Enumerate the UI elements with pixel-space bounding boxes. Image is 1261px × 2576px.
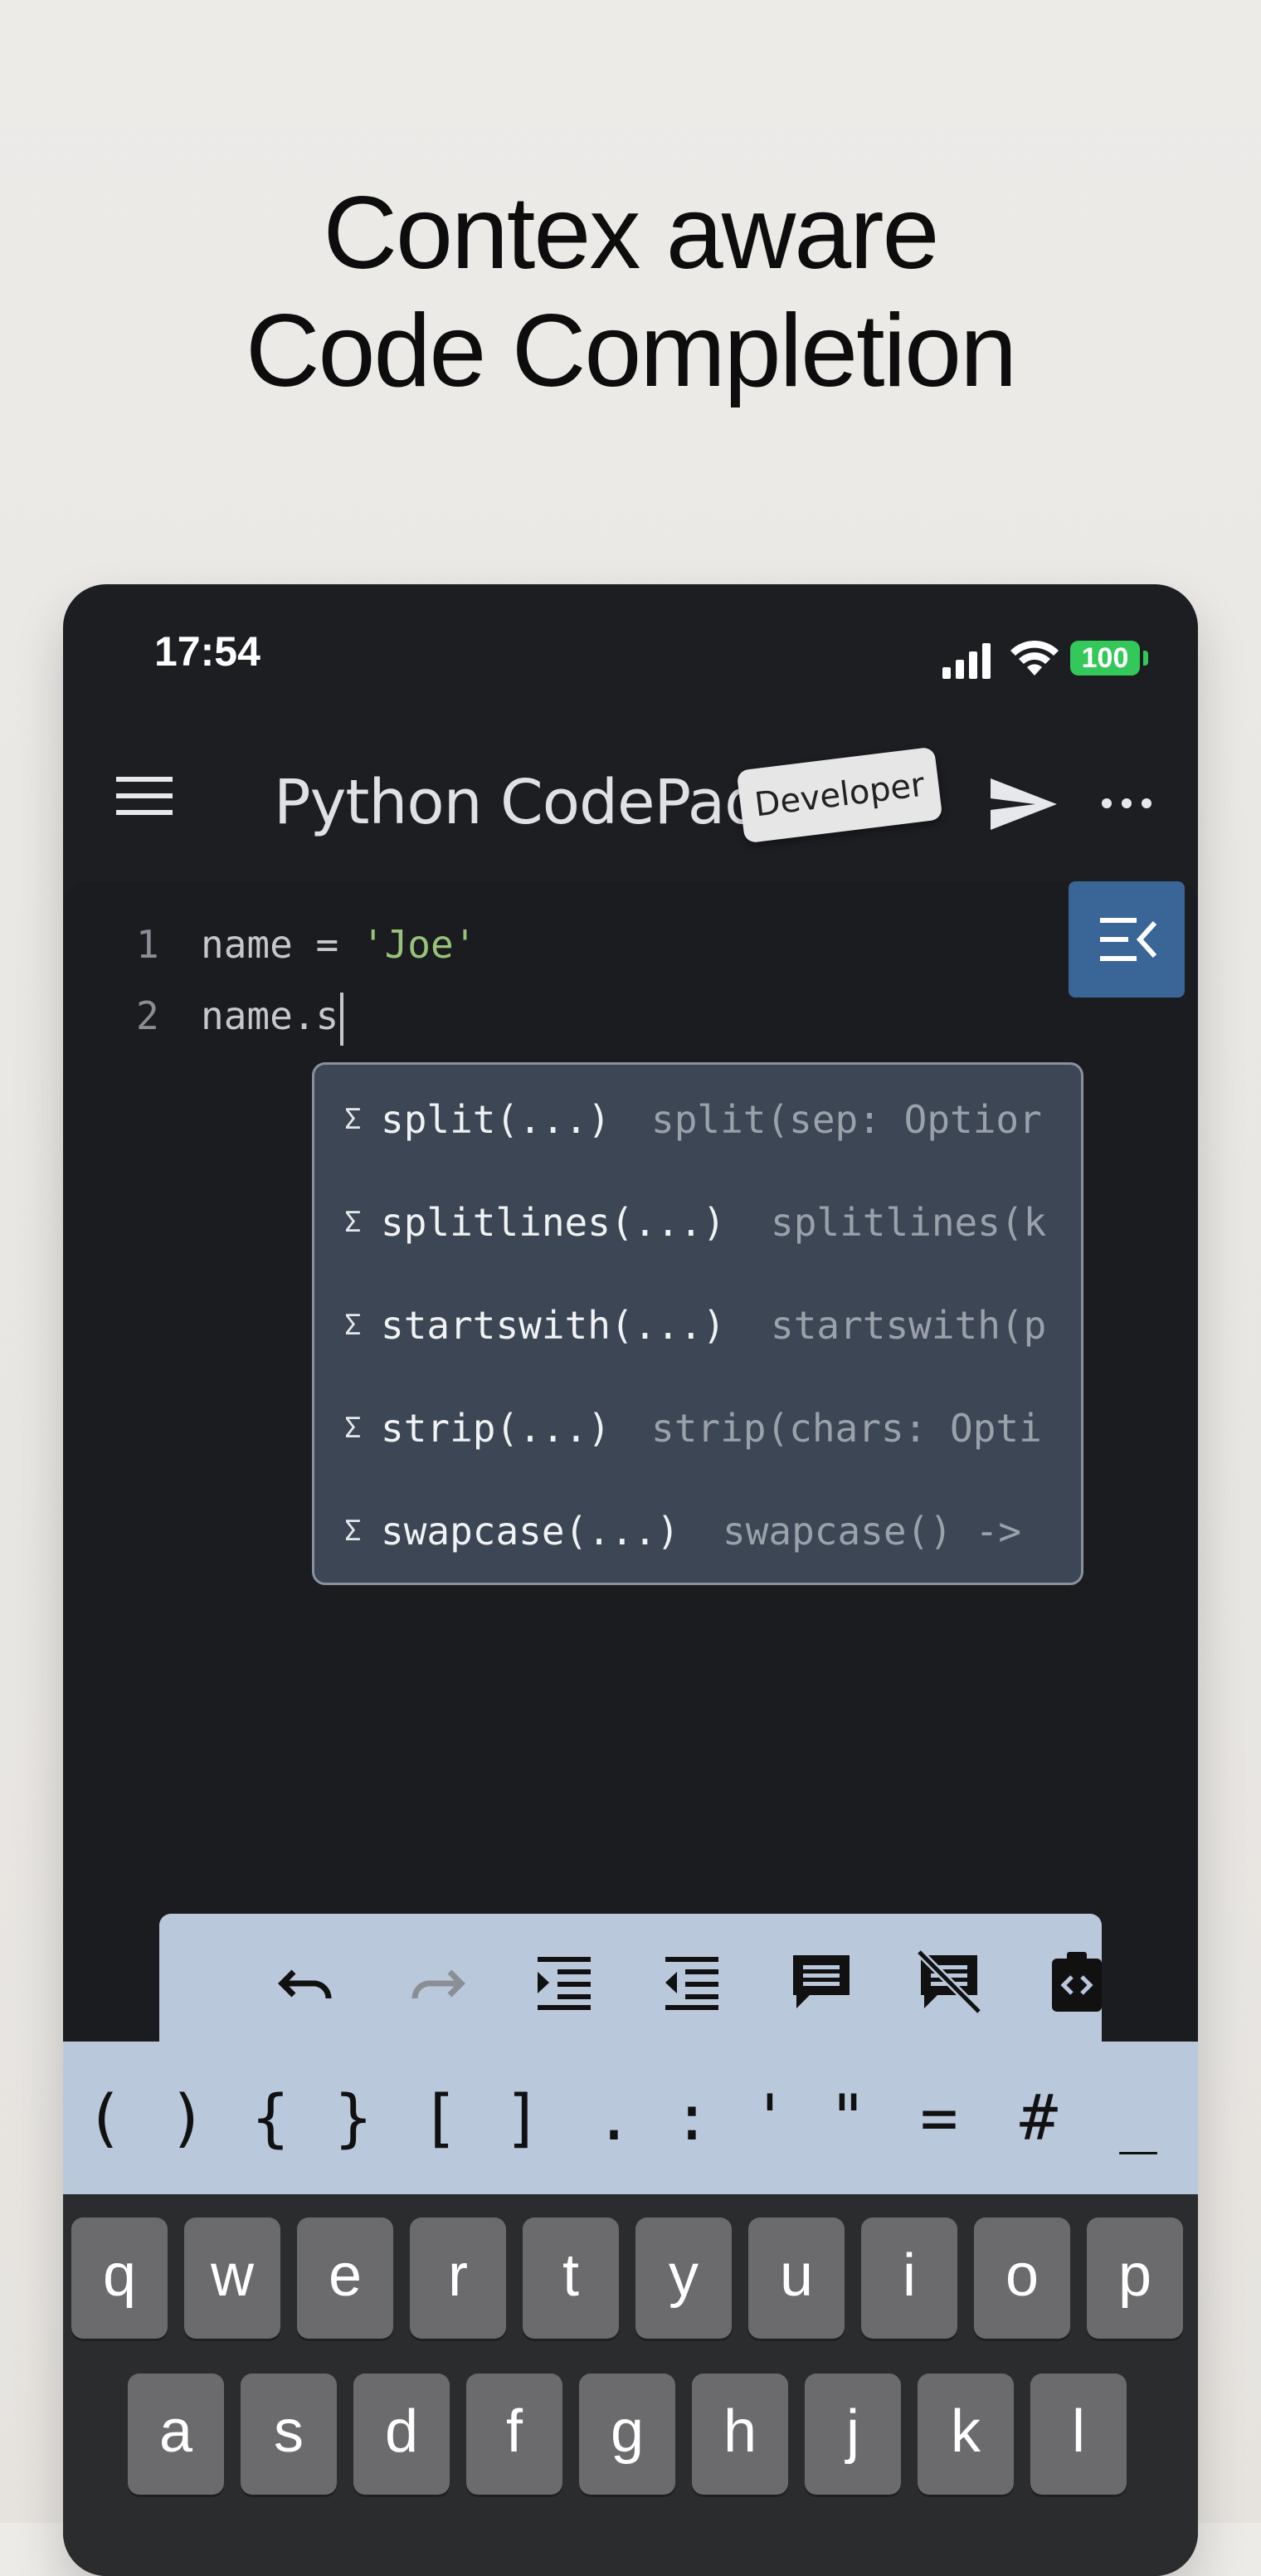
indent-icon[interactable]	[531, 1949, 597, 2015]
developer-badge: Developer	[736, 746, 943, 844]
autocomplete-popup: Σ split(...) split(sep: Optior Σ splitli…	[312, 1062, 1083, 1585]
undo-icon[interactable]	[274, 1949, 340, 2015]
status-time: 17:54	[154, 628, 260, 675]
key-e[interactable]: e	[297, 2217, 393, 2339]
suggestion-item[interactable]: Σ strip(...) strip(chars: Opti	[314, 1377, 1081, 1480]
suggestion-item[interactable]: Σ swapcase(...) swapcase() ->	[314, 1480, 1081, 1583]
key-t[interactable]: t	[523, 2217, 619, 2339]
suggestion-detail: strip(chars: Opti	[651, 1406, 1042, 1451]
key-r[interactable]: r	[410, 2217, 506, 2339]
suggestion-row: Σ strip(...) strip(chars: Opti	[314, 1377, 1053, 1480]
suggestion-name: swapcase(...)	[381, 1509, 680, 1554]
symbol-key[interactable]: "	[815, 2042, 881, 2194]
suggestion-name: startswith(...)	[381, 1303, 726, 1348]
function-kind-icon: Σ	[344, 1206, 362, 1239]
suggestion-row: Σ startswith(...) startswith(p	[314, 1274, 1053, 1377]
suggestion-name: splitlines(...)	[381, 1200, 726, 1245]
outdent-icon[interactable]	[659, 1949, 725, 2015]
suggestion-row: Σ swapcase(...) swapcase() ->	[314, 1480, 1053, 1583]
symbol-key[interactable]: :	[659, 2042, 725, 2194]
suggestion-name: split(...)	[381, 1097, 611, 1142]
outline-collapse-icon	[1100, 918, 1157, 961]
function-kind-icon: Σ	[344, 1309, 362, 1342]
suggestion-item[interactable]: Σ splitlines(...) splitlines(k	[314, 1171, 1081, 1274]
key-i[interactable]: i	[861, 2217, 957, 2339]
key-s[interactable]: s	[241, 2374, 337, 2495]
code-prefix: name =	[201, 922, 362, 967]
code-text: name = 'Joe'	[201, 911, 476, 978]
more-options-icon[interactable]	[1100, 797, 1153, 810]
line-number: 2	[136, 993, 159, 1038]
symbol-key[interactable]: '	[737, 2042, 803, 2194]
key-p[interactable]: p	[1087, 2217, 1183, 2339]
symbol-key[interactable]: _	[1105, 2042, 1171, 2194]
symbol-key[interactable]: ]	[489, 2042, 556, 2194]
symbol-key[interactable]: [	[407, 2042, 473, 2194]
suggestion-item[interactable]: Σ split(...) split(sep: Optior	[314, 1068, 1081, 1171]
signal-icon	[942, 643, 991, 679]
software-keyboard: q w e r t y u i o p a s d f g h j k l	[63, 2194, 1198, 2576]
function-kind-icon: Σ	[344, 1103, 362, 1136]
line-number: 1	[136, 922, 159, 967]
headline-line-2: Code Completion	[245, 294, 1017, 408]
key-k[interactable]: k	[918, 2374, 1014, 2495]
status-bar: 17:54 100	[63, 584, 1198, 709]
symbol-key[interactable]: )	[154, 2042, 221, 2194]
symbol-key[interactable]: .	[581, 2042, 647, 2194]
symbol-bar: ( ) { } [ ] . : ' " = # _	[63, 2042, 1198, 2194]
suggestion-name: strip(...)	[381, 1406, 611, 1451]
key-f[interactable]: f	[466, 2374, 562, 2495]
suggestion-row: Σ split(...) split(sep: Optior	[314, 1068, 1053, 1171]
phone-frame: 17:54 100 Python CodePad Developer 1 nam…	[63, 584, 1198, 2576]
editor-action-bar	[159, 1914, 1102, 2047]
key-d[interactable]: d	[353, 2374, 450, 2495]
wifi-icon	[1010, 640, 1059, 676]
battery-indicator: 100	[1070, 641, 1140, 676]
symbol-key[interactable]: {	[237, 2042, 304, 2194]
symbol-key[interactable]: }	[320, 2042, 387, 2194]
comment-icon[interactable]	[788, 1949, 854, 2015]
suggestion-detail: swapcase() ->	[723, 1509, 1022, 1554]
key-q[interactable]: q	[71, 2217, 168, 2339]
snippet-icon[interactable]	[1044, 1949, 1110, 2015]
code-prefix: name.s	[201, 993, 339, 1038]
key-y[interactable]: y	[635, 2217, 732, 2339]
outline-toggle-button[interactable]	[1069, 881, 1185, 998]
key-l[interactable]: l	[1030, 2374, 1127, 2495]
key-w[interactable]: w	[184, 2217, 280, 2339]
battery-nub	[1143, 651, 1148, 666]
symbol-key[interactable]: =	[906, 2042, 972, 2194]
hamburger-menu-icon[interactable]	[116, 775, 173, 817]
headline: Contex aware Code Completion	[0, 174, 1261, 410]
headline-line-1: Contex aware	[323, 176, 939, 290]
code-text: name.s	[201, 983, 344, 1049]
key-h[interactable]: h	[692, 2374, 788, 2495]
key-g[interactable]: g	[579, 2374, 675, 2495]
suggestion-detail: splitlines(k	[771, 1200, 1047, 1245]
function-kind-icon: Σ	[344, 1515, 362, 1548]
suggestion-row: Σ splitlines(...) splitlines(k	[314, 1171, 1053, 1274]
key-j[interactable]: j	[805, 2374, 901, 2495]
key-o[interactable]: o	[974, 2217, 1070, 2339]
suggestion-item[interactable]: Σ startswith(...) startswith(p	[314, 1274, 1081, 1377]
uncomment-icon[interactable]	[916, 1949, 982, 2015]
key-a[interactable]: a	[128, 2374, 224, 2495]
function-kind-icon: Σ	[344, 1412, 362, 1445]
code-string: 'Joe'	[361, 922, 477, 967]
app-title: Python CodePad	[274, 767, 763, 838]
symbol-key[interactable]: (	[71, 2042, 138, 2194]
send-icon[interactable]	[989, 777, 1059, 832]
symbol-key[interactable]: #	[1005, 2042, 1072, 2194]
text-caret	[340, 992, 344, 1046]
suggestion-detail: split(sep: Optior	[651, 1097, 1042, 1142]
suggestion-detail: startswith(p	[771, 1303, 1047, 1348]
redo-icon[interactable]	[403, 1949, 470, 2015]
key-u[interactable]: u	[748, 2217, 845, 2339]
app-toolbar: Python CodePad Developer	[63, 709, 1198, 886]
